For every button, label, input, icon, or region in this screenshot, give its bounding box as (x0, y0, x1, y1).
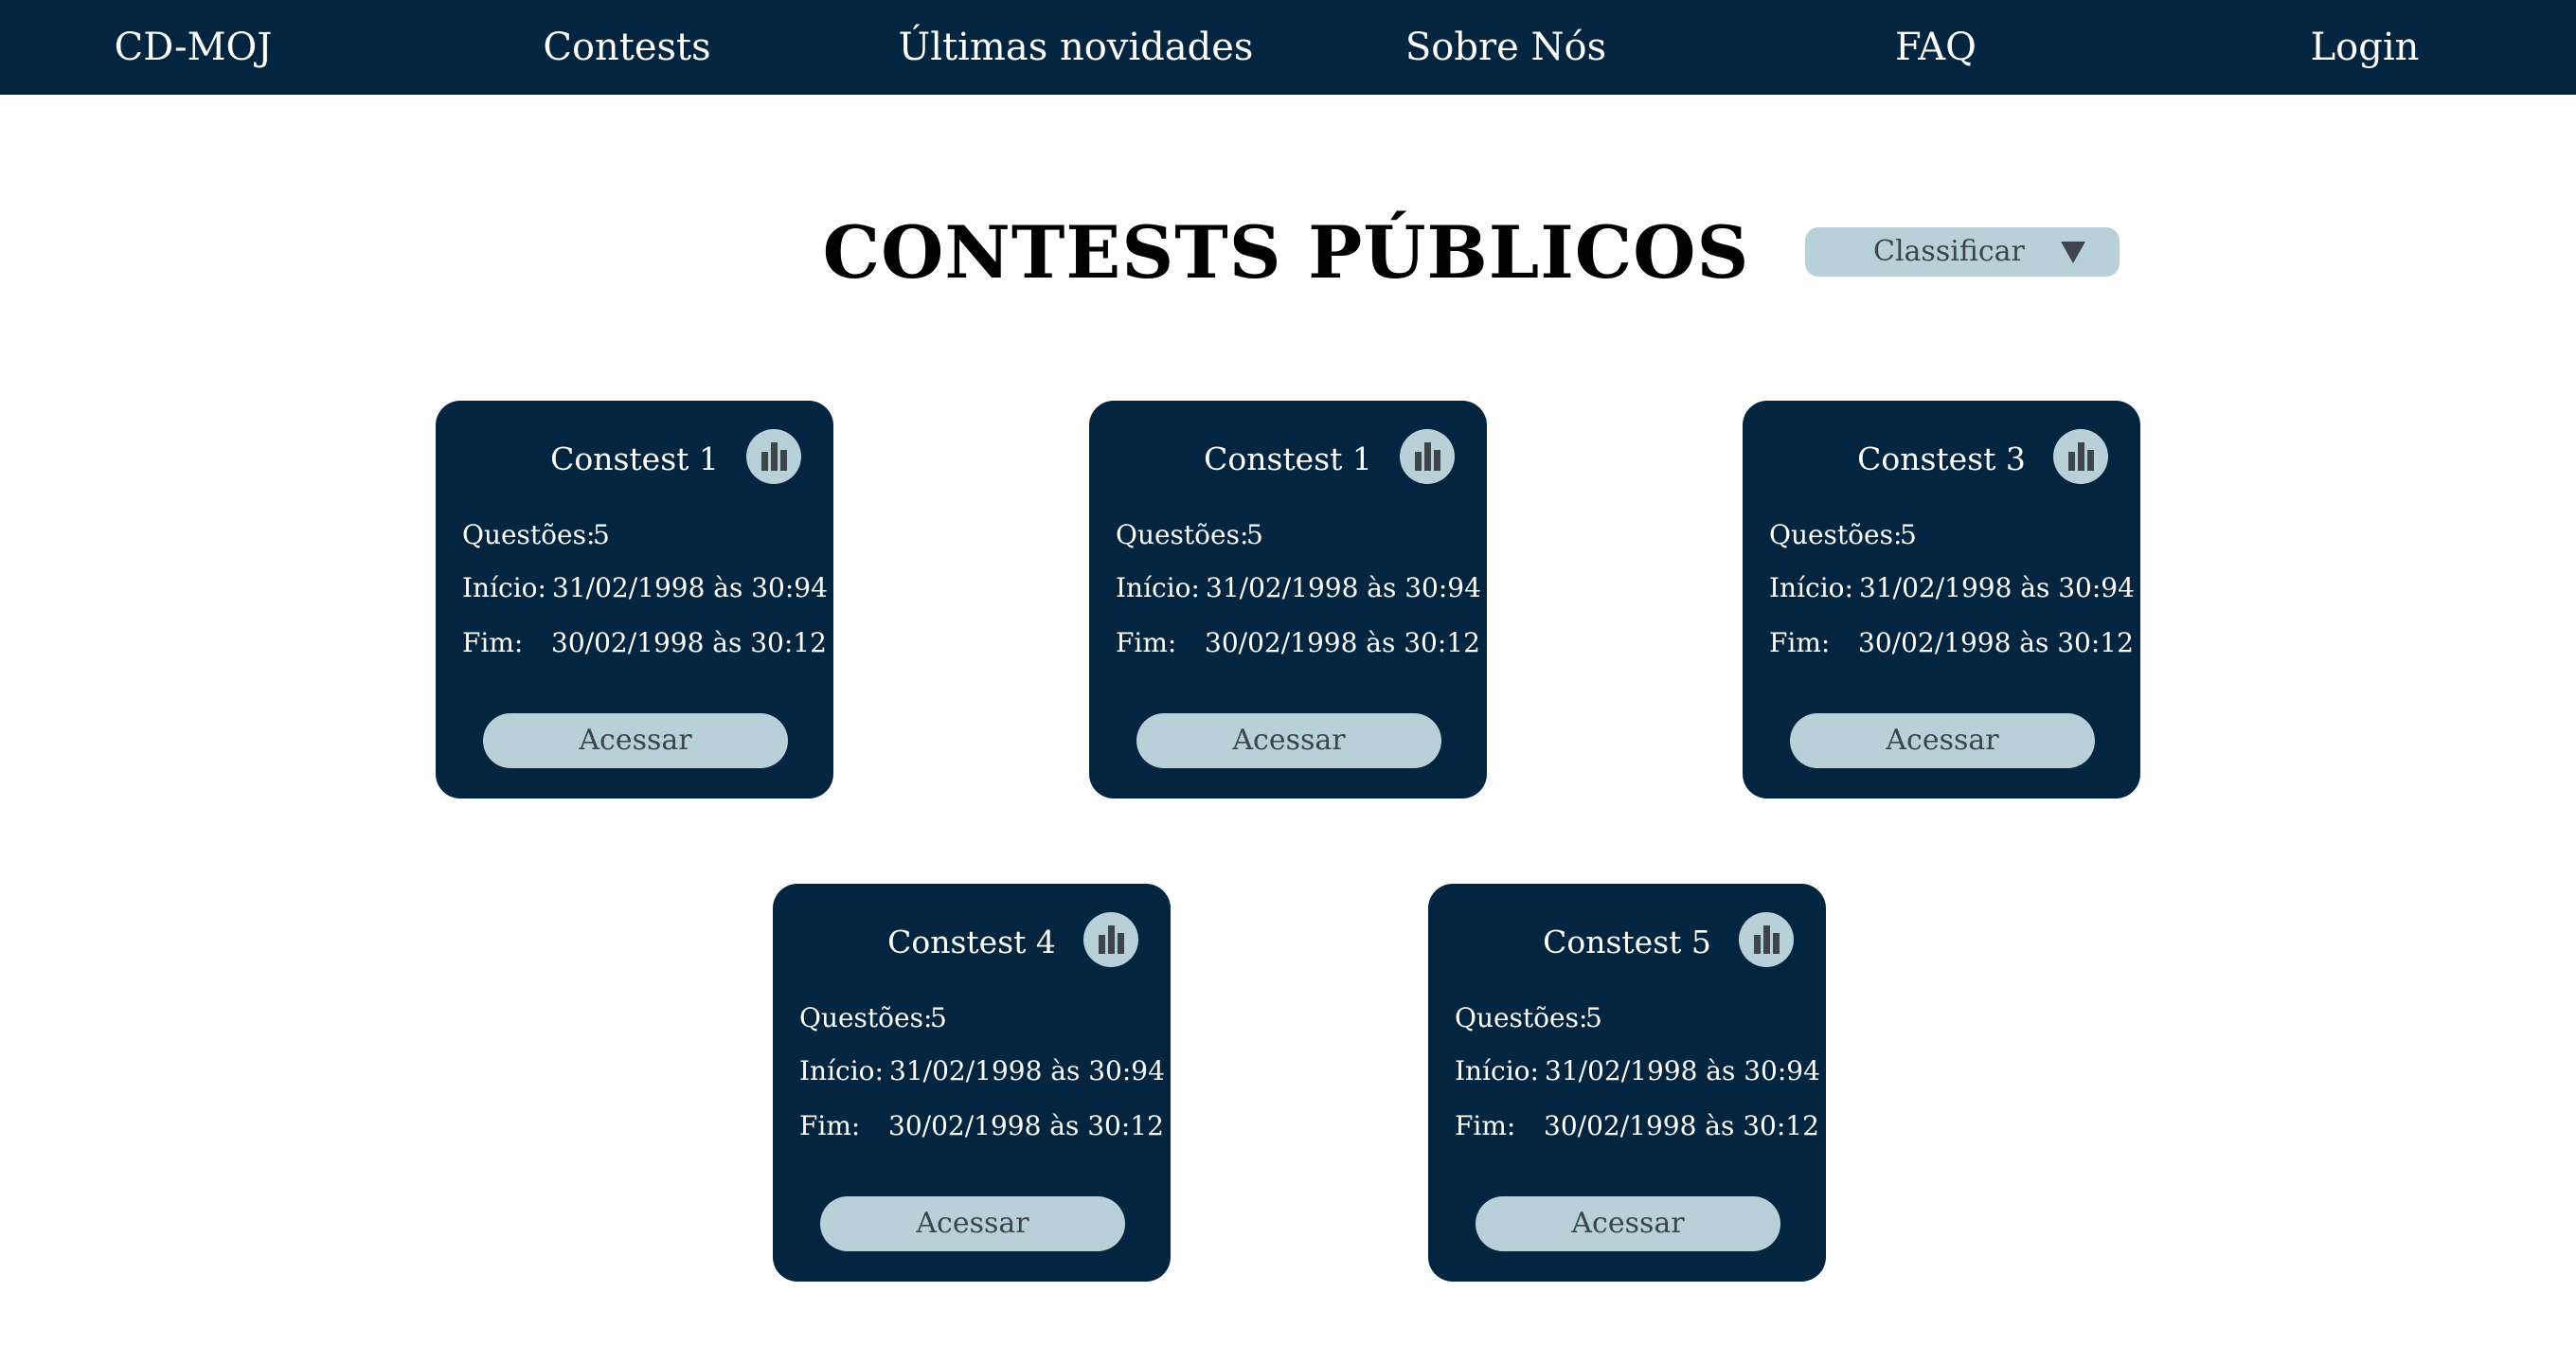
questions-row: Questões: 5 (799, 1001, 947, 1035)
bar-chart-icon (1754, 925, 1780, 954)
nav-item-contests[interactable]: Contests (543, 0, 710, 95)
end-value: 30/02/1998 às 30:12 (1544, 1110, 1819, 1141)
questions-label: Questões: (1769, 519, 1903, 550)
end-label: Fim: (1769, 627, 1831, 658)
sort-dropdown[interactable]: Classificar (1805, 227, 2120, 277)
contest-card: Constest 3 Questões: 5 Início: 31/02/1998 … (1743, 401, 2140, 799)
bar-chart-icon (2068, 442, 2094, 471)
start-row: Início: 31/02/1998 às 30:94 (1769, 571, 2135, 605)
start-value: 31/02/1998 às 30:94 (1206, 572, 1481, 603)
questions-row: Questões: 5 (1455, 1001, 1602, 1035)
page-title: CONTESTS PÚBLICOS (822, 210, 1750, 295)
end-label: Fim: (462, 627, 524, 658)
contest-card: Constest 1 Questões: 5 Início: 31/02/1998 … (436, 401, 833, 799)
start-value: 31/02/1998 às 30:94 (889, 1055, 1165, 1086)
sort-dropdown-label: Classificar (1873, 235, 2025, 268)
start-label: Início: (799, 1055, 884, 1086)
end-label: Fim: (799, 1110, 861, 1141)
end-label: Fim: (1116, 627, 1177, 658)
start-row: Início: 31/02/1998 às 30:94 (1116, 571, 1481, 605)
end-row: Fim: 30/02/1998 às 30:12 (1769, 626, 2134, 660)
start-value: 31/02/1998 às 30:94 (1859, 572, 2135, 603)
start-value: 31/02/1998 às 30:94 (1545, 1055, 1820, 1086)
questions-label: Questões: (1455, 1002, 1588, 1033)
start-label: Início: (1116, 572, 1200, 603)
start-label: Início: (462, 572, 546, 603)
start-row: Início: 31/02/1998 às 30:94 (462, 571, 828, 605)
triangle-down-icon (2061, 242, 2085, 263)
contest-card: Constest 1 Questões: 5 Início: 31/02/1998 … (1089, 401, 1487, 799)
end-value: 30/02/1998 às 30:12 (551, 627, 827, 658)
questions-value: 5 (1900, 519, 1917, 550)
access-button[interactable]: Acessar (820, 1196, 1125, 1251)
access-button[interactable]: Acessar (1476, 1196, 1780, 1251)
contest-stats-button[interactable] (1739, 912, 1794, 967)
contest-stats-button[interactable] (746, 429, 801, 484)
start-value: 31/02/1998 às 30:94 (552, 572, 828, 603)
bar-chart-icon (1099, 925, 1124, 954)
end-row: Fim: 30/02/1998 às 30:12 (1116, 626, 1480, 660)
end-label: Fim: (1455, 1110, 1516, 1141)
questions-value: 5 (1585, 1002, 1602, 1033)
questions-value: 5 (593, 519, 610, 550)
bar-chart-icon (1415, 442, 1440, 471)
nav-item-ultimas-novidades[interactable]: Últimas novidades (899, 0, 1254, 95)
nav-item-login[interactable]: Login (2311, 0, 2420, 95)
start-label: Início: (1769, 572, 1853, 603)
end-value: 30/02/1998 às 30:12 (1205, 627, 1480, 658)
questions-label: Questões: (462, 519, 596, 550)
questions-value: 5 (930, 1002, 947, 1033)
access-button[interactable]: Acessar (1790, 713, 2095, 768)
questions-row: Questões: 5 (462, 518, 610, 552)
contest-card: Constest 5 Questões: 5 Início: 31/02/1998 … (1428, 884, 1826, 1282)
nav-item-faq[interactable]: FAQ (1895, 0, 1977, 95)
start-row: Início: 31/02/1998 às 30:94 (1455, 1054, 1820, 1088)
contest-stats-button[interactable] (2053, 429, 2108, 484)
contest-stats-button[interactable] (1400, 429, 1455, 484)
top-nav: CD-MOJ Contests Últimas novidades Sobre … (0, 0, 2576, 95)
nav-item-sobre-nos[interactable]: Sobre Nós (1405, 0, 1606, 95)
questions-label: Questões: (1116, 519, 1249, 550)
questions-row: Questões: 5 (1116, 518, 1263, 552)
questions-label: Questões: (799, 1002, 933, 1033)
end-row: Fim: 30/02/1998 às 30:12 (462, 626, 827, 660)
nav-brand-cd-moj[interactable]: CD-MOJ (115, 0, 273, 95)
start-label: Início: (1455, 1055, 1539, 1086)
bar-chart-icon (761, 442, 787, 471)
end-row: Fim: 30/02/1998 às 30:12 (799, 1109, 1164, 1143)
access-button[interactable]: Acessar (483, 713, 788, 768)
end-row: Fim: 30/02/1998 às 30:12 (1455, 1109, 1819, 1143)
start-row: Início: 31/02/1998 às 30:94 (799, 1054, 1165, 1088)
end-value: 30/02/1998 às 30:12 (1858, 627, 2134, 658)
access-button[interactable]: Acessar (1136, 713, 1441, 768)
contest-card: Constest 4 Questões: 5 Início: 31/02/1998 … (773, 884, 1171, 1282)
end-value: 30/02/1998 às 30:12 (888, 1110, 1164, 1141)
questions-value: 5 (1246, 519, 1263, 550)
contest-stats-button[interactable] (1083, 912, 1138, 967)
questions-row: Questões: 5 (1769, 518, 1917, 552)
